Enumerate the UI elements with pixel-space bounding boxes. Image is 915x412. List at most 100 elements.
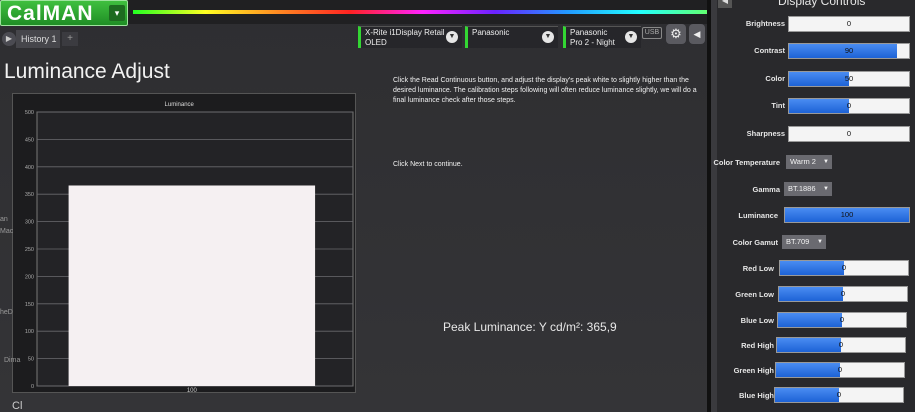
chevron-down-icon: ▼: [817, 239, 823, 245]
luminance-chart: Luminance 0 50 100 150 200 250 300 350 400 450 500 1…: [12, 93, 356, 394]
chevron-down-icon: ▼: [446, 31, 458, 43]
label-green-low: Green Low: [735, 290, 774, 299]
y-tick-label: 300: [25, 220, 34, 226]
mode-brand: Panasonic: [570, 28, 608, 37]
label-blue-high: Blue High: [739, 391, 774, 400]
color-temperature-dropdown[interactable]: Warm 2 ▼: [786, 155, 832, 169]
calman-window: CalMAN ▾ ▶ History 1 + X-Rite i1Display …: [0, 0, 915, 412]
chart-svg: Luminance 0 50 100 150 200 250 300 350 400 450 500 1…: [25, 102, 354, 394]
slider-value: 0: [846, 101, 852, 110]
chart-title: Luminance: [165, 102, 195, 108]
instructions-text: Click the Read Continuous button, and ad…: [393, 77, 697, 104]
contrast-slider[interactable]: 90: [788, 43, 910, 59]
display-name: Panasonic: [472, 28, 510, 37]
chevron-down-icon: ▼: [625, 31, 637, 43]
sharpness-slider[interactable]: 0: [788, 126, 910, 142]
desktop-label: Cl: [12, 400, 23, 412]
label-color-gamut: Color Gamut: [732, 238, 778, 247]
back-arrow-icon[interactable]: ◀: [689, 24, 705, 44]
add-tab-button[interactable]: +: [62, 32, 78, 46]
session-tabs: ▶ History 1 +: [0, 28, 360, 50]
green-high-slider[interactable]: 0: [775, 362, 905, 378]
y-tick-label: 100: [25, 329, 34, 335]
label-brightness: Brightness: [745, 19, 785, 28]
meter-mode: OLED: [365, 38, 387, 47]
slider-value: 50: [844, 74, 854, 83]
slider-value: 100: [840, 210, 854, 219]
desktop-label: an: [0, 216, 8, 223]
y-tick-label: 200: [25, 274, 34, 280]
splitter-handle[interactable]: [711, 0, 717, 412]
collapse-panel-icon[interactable]: ◀: [718, 0, 732, 8]
y-tick-label: 400: [25, 165, 34, 171]
color-gamut-dropdown[interactable]: BT.709 ▼: [782, 235, 826, 249]
y-tick-label: 50: [28, 357, 34, 363]
label-sharpness: Sharpness: [746, 129, 785, 138]
chevron-down-icon: ▼: [823, 186, 829, 192]
picture-mode-selector[interactable]: Panasonic Pro 2 - Night ▼: [563, 26, 641, 48]
usb-icon[interactable]: USB: [642, 27, 662, 39]
label-color-temperature: Color Temperature: [713, 158, 780, 167]
calman-menu-button[interactable]: CalMAN ▾: [0, 0, 128, 26]
slider-value: 0: [846, 19, 852, 28]
slider-value: 0: [846, 129, 852, 138]
gear-icon[interactable]: ⚙: [666, 24, 686, 44]
x-tick-label: 100: [187, 388, 198, 394]
y-tick-label: 150: [25, 302, 34, 308]
display-selector[interactable]: Panasonic ▼: [465, 26, 558, 48]
luminance-slider[interactable]: 100: [784, 207, 910, 223]
dropdown-value: BT.1886: [788, 184, 816, 193]
blue-high-slider[interactable]: 0: [774, 387, 904, 403]
label-blue-low: Blue Low: [740, 316, 774, 325]
label-red-high: Red High: [741, 341, 774, 350]
meter-selector[interactable]: X-Rite i1Display Retail OLED ▼: [358, 26, 462, 48]
label-gamma: Gamma: [752, 185, 780, 194]
slider-value: 0: [836, 390, 842, 399]
page-title: Luminance Adjust: [4, 60, 170, 83]
tint-slider[interactable]: 0: [788, 98, 910, 114]
slider-value: 0: [840, 289, 846, 298]
slider-value: 0: [838, 340, 844, 349]
color-slider[interactable]: 50: [788, 71, 910, 87]
dropdown-value: BT.709: [786, 237, 810, 246]
y-tick-label: 350: [25, 192, 34, 198]
label-green-high: Green High: [733, 366, 774, 375]
gamma-dropdown[interactable]: BT.1886 ▼: [784, 182, 832, 196]
red-high-slider[interactable]: 0: [776, 337, 906, 353]
label-red-low: Red Low: [742, 264, 774, 273]
y-tick-label: 250: [25, 247, 34, 253]
y-tick-label: 450: [25, 137, 34, 143]
dropdown-value: Warm 2: [790, 157, 816, 166]
label-luminance: Luminance: [738, 211, 778, 220]
chevron-down-icon: ▾: [109, 5, 125, 21]
red-low-slider[interactable]: 0: [779, 260, 909, 276]
slider-value: 0: [837, 365, 843, 374]
slider-value: 0: [841, 263, 847, 272]
tab-history[interactable]: History 1: [16, 30, 60, 48]
bar: [68, 185, 316, 386]
peak-luminance-readout: Peak Luminance: Y cd/m²: 365,9: [443, 320, 617, 334]
slider-value: 0: [839, 315, 845, 324]
peak-label: Peak Luminance:: [443, 320, 536, 334]
blue-low-slider[interactable]: 0: [777, 312, 907, 328]
desktop-label: Dima: [4, 357, 21, 364]
chevron-down-icon: ▼: [542, 31, 554, 43]
chevron-down-icon: ▼: [823, 159, 829, 165]
peak-value: 365,9: [586, 320, 617, 334]
play-icon[interactable]: ▶: [2, 32, 16, 46]
label-color: Color: [765, 74, 785, 83]
meter-name: X-Rite i1Display Retail: [365, 28, 445, 37]
desktop-label: heD: [0, 309, 13, 316]
slider-value: 90: [844, 46, 854, 55]
label-contrast: Contrast: [754, 46, 785, 55]
peak-unit: Y cd/m²:: [538, 320, 584, 334]
brightness-slider[interactable]: 0: [788, 16, 910, 32]
panel-title: Display Controls: [778, 0, 866, 8]
y-tick-label: 500: [25, 110, 34, 116]
green-low-slider[interactable]: 0: [778, 286, 908, 302]
mode-name: Pro 2 - Night: [570, 38, 615, 47]
desktop-label: Mac: [0, 228, 14, 235]
y-tick-label: 0: [31, 384, 34, 390]
next-hint: Click Next to continue.: [393, 161, 463, 168]
color-bar: [133, 10, 712, 14]
